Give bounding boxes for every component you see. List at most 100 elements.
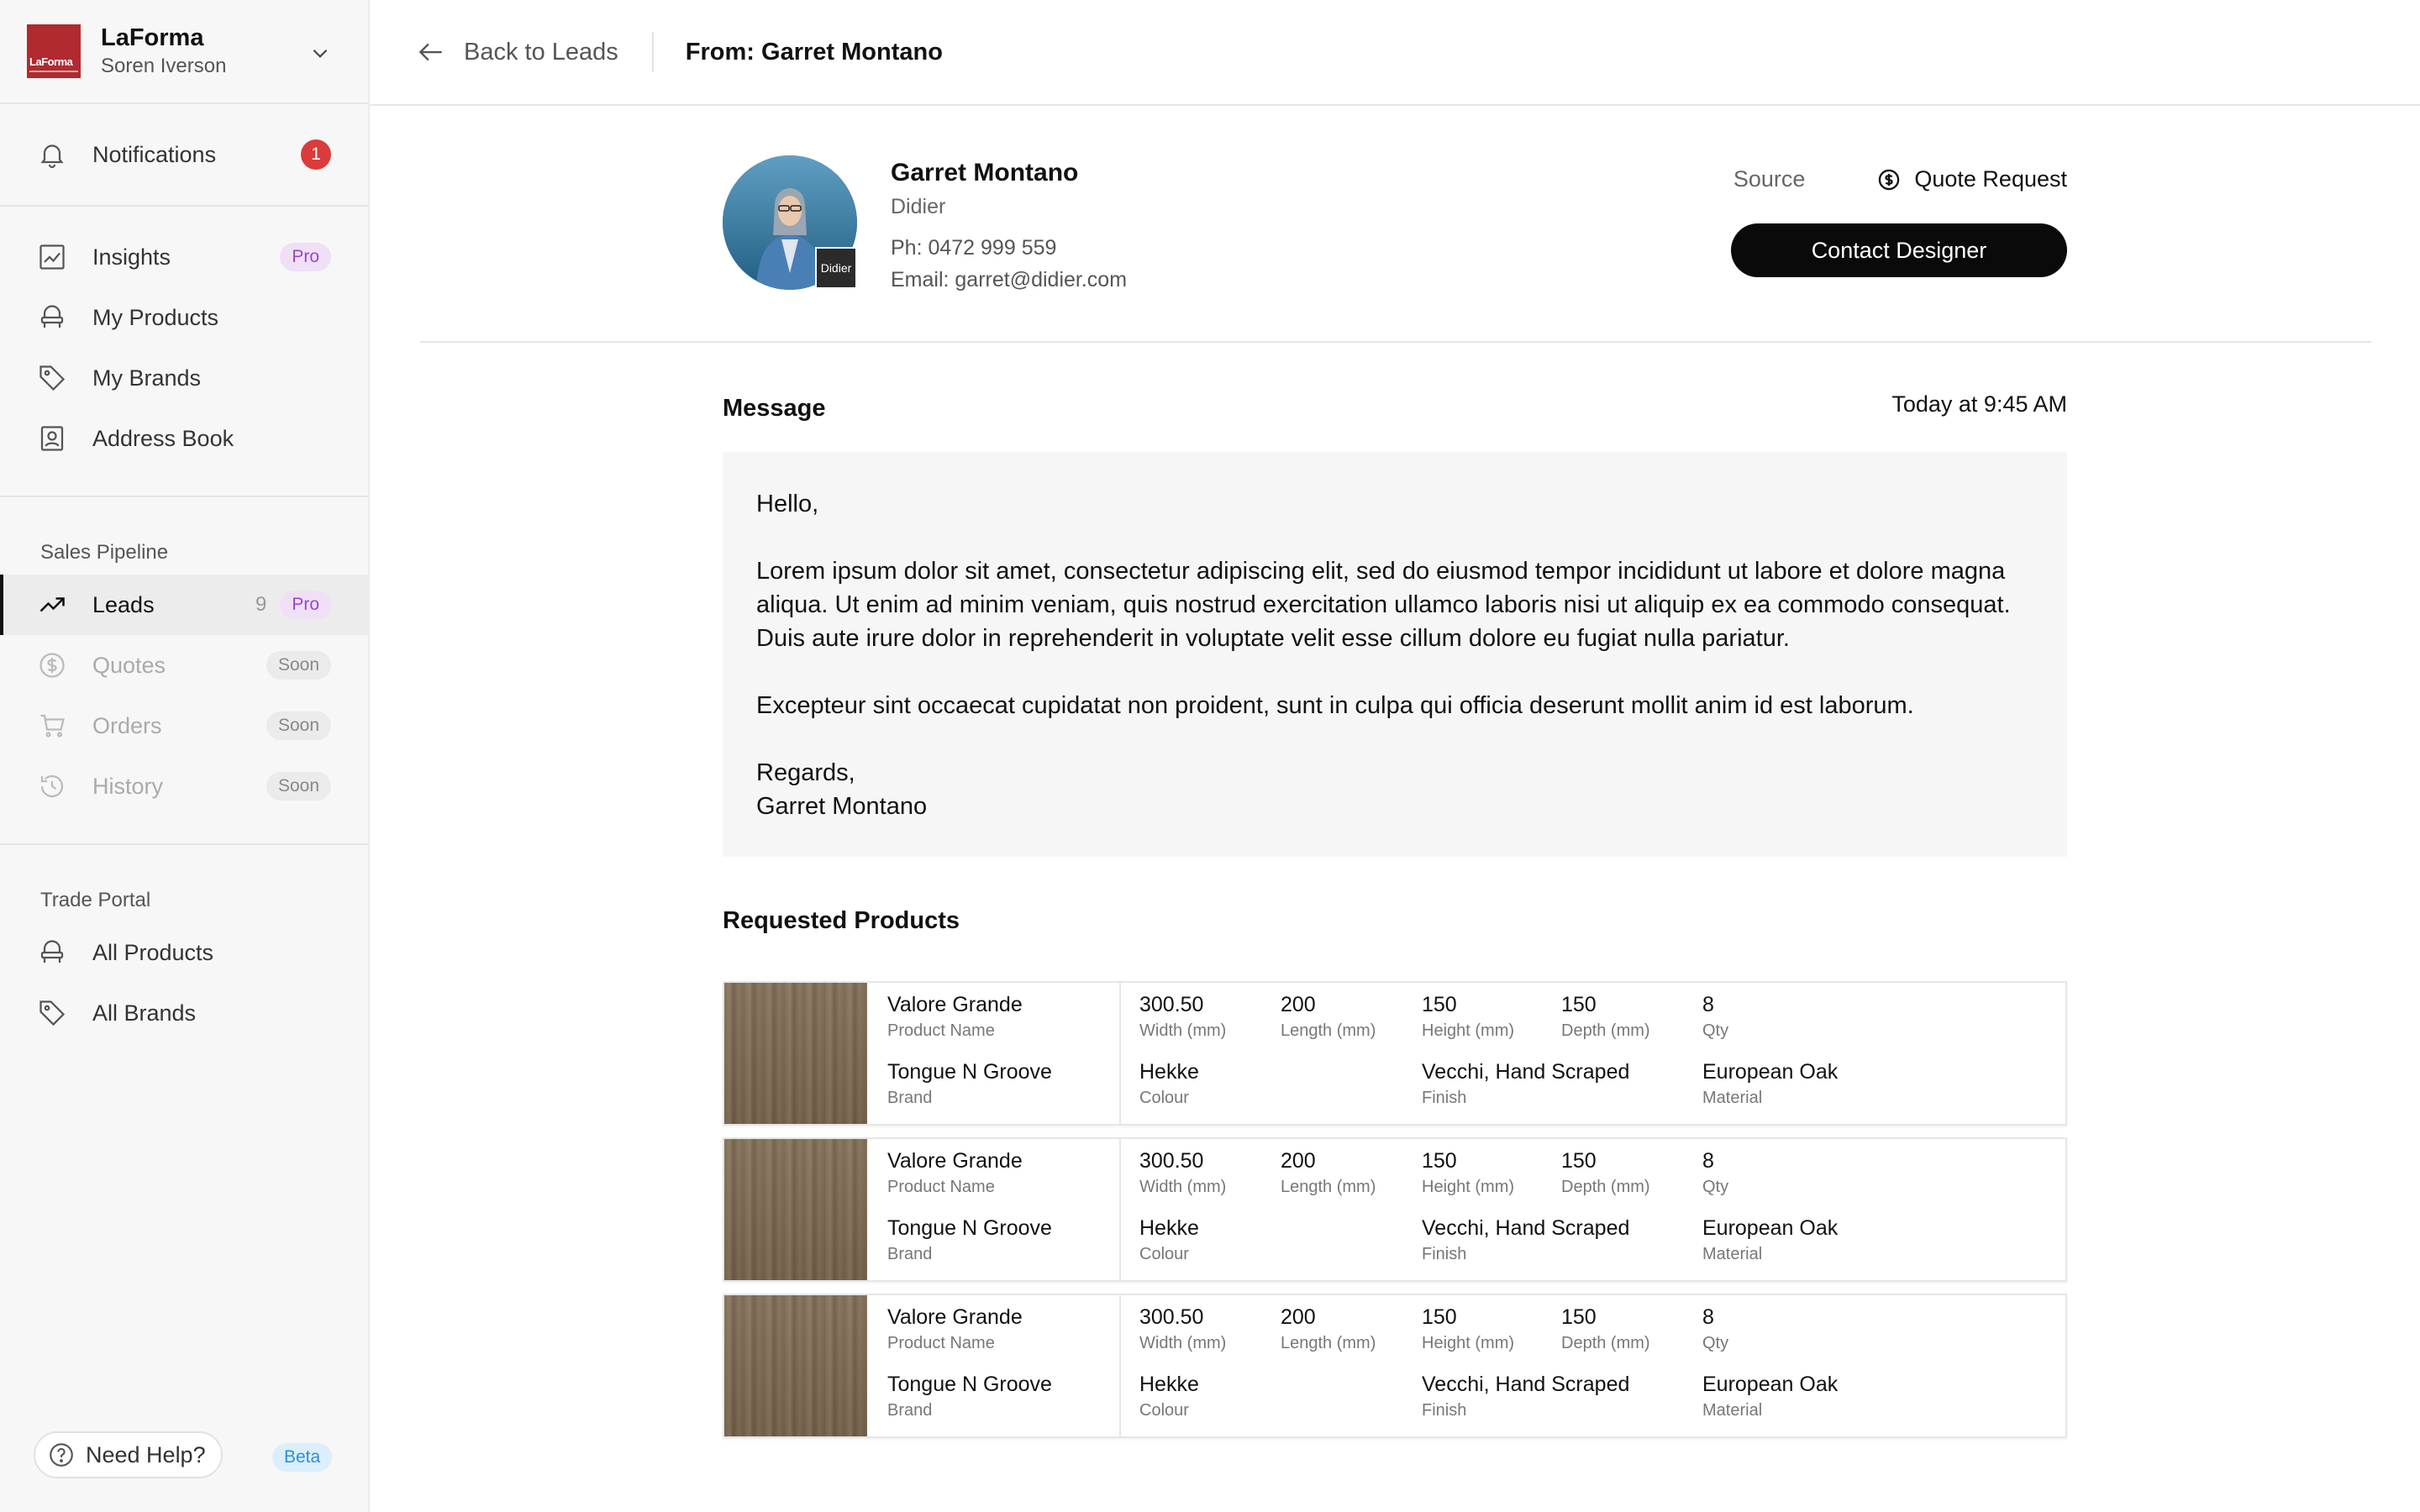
field-label: Length (mm) xyxy=(1281,1021,1376,1040)
message-title: Message xyxy=(723,395,826,422)
product-thumbnail xyxy=(724,1139,867,1280)
soon-badge: Soon xyxy=(266,772,331,801)
product-thumbnail xyxy=(724,1295,867,1436)
field-label: Colour xyxy=(1139,1401,1189,1420)
chair-icon xyxy=(37,302,67,333)
message-signoff: Regards, Garret Montano xyxy=(756,759,928,820)
sidebar-item-label: History xyxy=(92,773,164,799)
field-label: Material xyxy=(1702,1245,1763,1263)
field-label: Height (mm) xyxy=(1422,1178,1515,1196)
back-to-leads-link[interactable]: Back to Leads xyxy=(415,36,618,68)
soon-badge: Soon xyxy=(266,711,331,740)
lead-header: Didier Garret Montano Didier Ph: 0472 99… xyxy=(723,106,2067,341)
dollar-circle-icon xyxy=(1879,169,1900,190)
product-row[interactable]: Valore Grande Product Name Tongue N Groov… xyxy=(723,1294,2067,1438)
field-label: Width (mm) xyxy=(1139,1021,1227,1040)
field-label: Finish xyxy=(1422,1089,1467,1107)
field-label: Material xyxy=(1702,1089,1763,1107)
field-label: Material xyxy=(1702,1401,1763,1420)
sidebar-item-quotes[interactable]: Quotes Soon xyxy=(0,635,368,696)
product-name: Valore Grande xyxy=(887,1149,1023,1173)
need-help-button[interactable]: Need Help? xyxy=(34,1431,223,1478)
trending-up-icon xyxy=(37,590,67,620)
section-title-sales-pipeline: Sales Pipeline xyxy=(40,541,169,564)
bell-icon xyxy=(37,139,67,170)
sidebar-item-leads[interactable]: Leads 9 Pro xyxy=(0,575,368,635)
sidebar: LaForma LaForma Soren Iverson Notificati… xyxy=(0,0,370,1512)
top-bar: Back to Leads From: Garret Montano xyxy=(370,0,2420,106)
requested-products-list: Valore Grande Product Name Tongue N Groov… xyxy=(723,981,2067,1450)
sidebar-item-notifications[interactable]: Notifications 1 xyxy=(0,104,368,205)
product-brand: Tongue N Groove xyxy=(887,1216,1052,1240)
sidebar-item-orders[interactable]: Orders Soon xyxy=(0,696,368,756)
need-help-label: Need Help? xyxy=(86,1441,206,1467)
product-brand: Tongue N Groove xyxy=(887,1060,1052,1084)
field-label: Qty xyxy=(1702,1334,1729,1352)
field-label: Product Name xyxy=(887,1334,995,1352)
sidebar-item-all-products[interactable]: All Products xyxy=(0,922,368,983)
pro-badge: Pro xyxy=(280,591,331,619)
brand-logo-text: LaForma xyxy=(29,55,73,68)
lead-company: Didier xyxy=(891,195,946,218)
divider xyxy=(651,32,654,72)
tag-icon xyxy=(37,363,67,393)
field-label: Width (mm) xyxy=(1139,1178,1227,1196)
cart-icon xyxy=(37,711,67,741)
product-material: European Oak xyxy=(1702,1060,1839,1084)
sidebar-item-my-brands[interactable]: My Brands xyxy=(0,348,368,408)
product-depth: 150 xyxy=(1561,1305,1597,1329)
field-label: Length (mm) xyxy=(1281,1178,1376,1196)
product-width: 300.50 xyxy=(1139,1149,1204,1173)
product-length: 200 xyxy=(1281,1305,1316,1329)
field-label: Brand xyxy=(887,1245,933,1263)
pro-badge: Pro xyxy=(280,243,331,271)
field-label: Width (mm) xyxy=(1139,1334,1227,1352)
field-label: Length (mm) xyxy=(1281,1334,1376,1352)
message-paragraph: Excepteur sint occaecat cupidatat non pr… xyxy=(756,692,1914,719)
chevron-down-icon[interactable] xyxy=(309,42,331,64)
sidebar-item-label: Leads xyxy=(92,591,155,617)
product-length: 200 xyxy=(1281,1149,1316,1173)
sidebar-item-insights[interactable]: Insights Pro xyxy=(0,227,368,287)
brand-name: LaForma xyxy=(101,24,204,51)
question-circle-icon xyxy=(50,1443,73,1467)
sidebar-item-history[interactable]: History Soon xyxy=(0,756,368,816)
message-paragraph: Lorem ipsum dolor sit amet, consectetur … xyxy=(756,558,2011,652)
product-material: European Oak xyxy=(1702,1216,1839,1240)
lead-source: Source Quote Request xyxy=(1733,166,2067,192)
sidebar-item-all-brands[interactable]: All Brands xyxy=(0,983,368,1043)
product-height: 150 xyxy=(1422,1149,1457,1173)
product-brand: Tongue N Groove xyxy=(887,1373,1052,1396)
message-greeting: Hello, xyxy=(756,491,819,517)
field-label: Finish xyxy=(1422,1245,1467,1263)
requested-products-title: Requested Products xyxy=(723,907,960,934)
field-label: Colour xyxy=(1139,1245,1189,1263)
product-finish: Vecchi, Hand Scraped xyxy=(1422,1216,1630,1240)
workspace-switcher[interactable]: LaForma LaForma Soren Iverson xyxy=(0,0,368,104)
product-width: 300.50 xyxy=(1139,1305,1204,1329)
product-colour: Hekke xyxy=(1139,1060,1199,1084)
source-value: Quote Request xyxy=(1914,166,2067,192)
product-thumbnail xyxy=(724,983,867,1124)
sidebar-item-label: My Brands xyxy=(92,365,202,391)
sidebar-item-my-products[interactable]: My Products xyxy=(0,287,368,348)
sidebar-item-label: All Products xyxy=(92,939,214,965)
product-depth: 150 xyxy=(1561,993,1597,1016)
contact-designer-button[interactable]: Contact Designer xyxy=(1731,223,2067,277)
product-row[interactable]: Valore Grande Product Name Tongue N Groov… xyxy=(723,1137,2067,1282)
field-label: Brand xyxy=(887,1089,933,1107)
product-row[interactable]: Valore Grande Product Name Tongue N Groov… xyxy=(723,981,2067,1126)
product-finish: Vecchi, Hand Scraped xyxy=(1422,1373,1630,1396)
section-title-trade-portal: Trade Portal xyxy=(40,889,151,911)
user-name: Soren Iverson xyxy=(101,55,227,77)
product-width: 300.50 xyxy=(1139,993,1204,1016)
message-body: Hello, Lorem ipsum dolor sit amet, conse… xyxy=(723,452,2067,857)
lead-detail: Didier Garret Montano Didier Ph: 0472 99… xyxy=(723,106,2067,1438)
dollar-circle-icon xyxy=(37,650,67,680)
field-label: Height (mm) xyxy=(1422,1021,1515,1040)
beta-badge: Beta xyxy=(272,1443,333,1472)
product-material: European Oak xyxy=(1702,1373,1839,1396)
line-chart-icon xyxy=(37,242,67,272)
sidebar-item-address-book[interactable]: Address Book xyxy=(0,408,368,469)
product-colour: Hekke xyxy=(1139,1216,1199,1240)
